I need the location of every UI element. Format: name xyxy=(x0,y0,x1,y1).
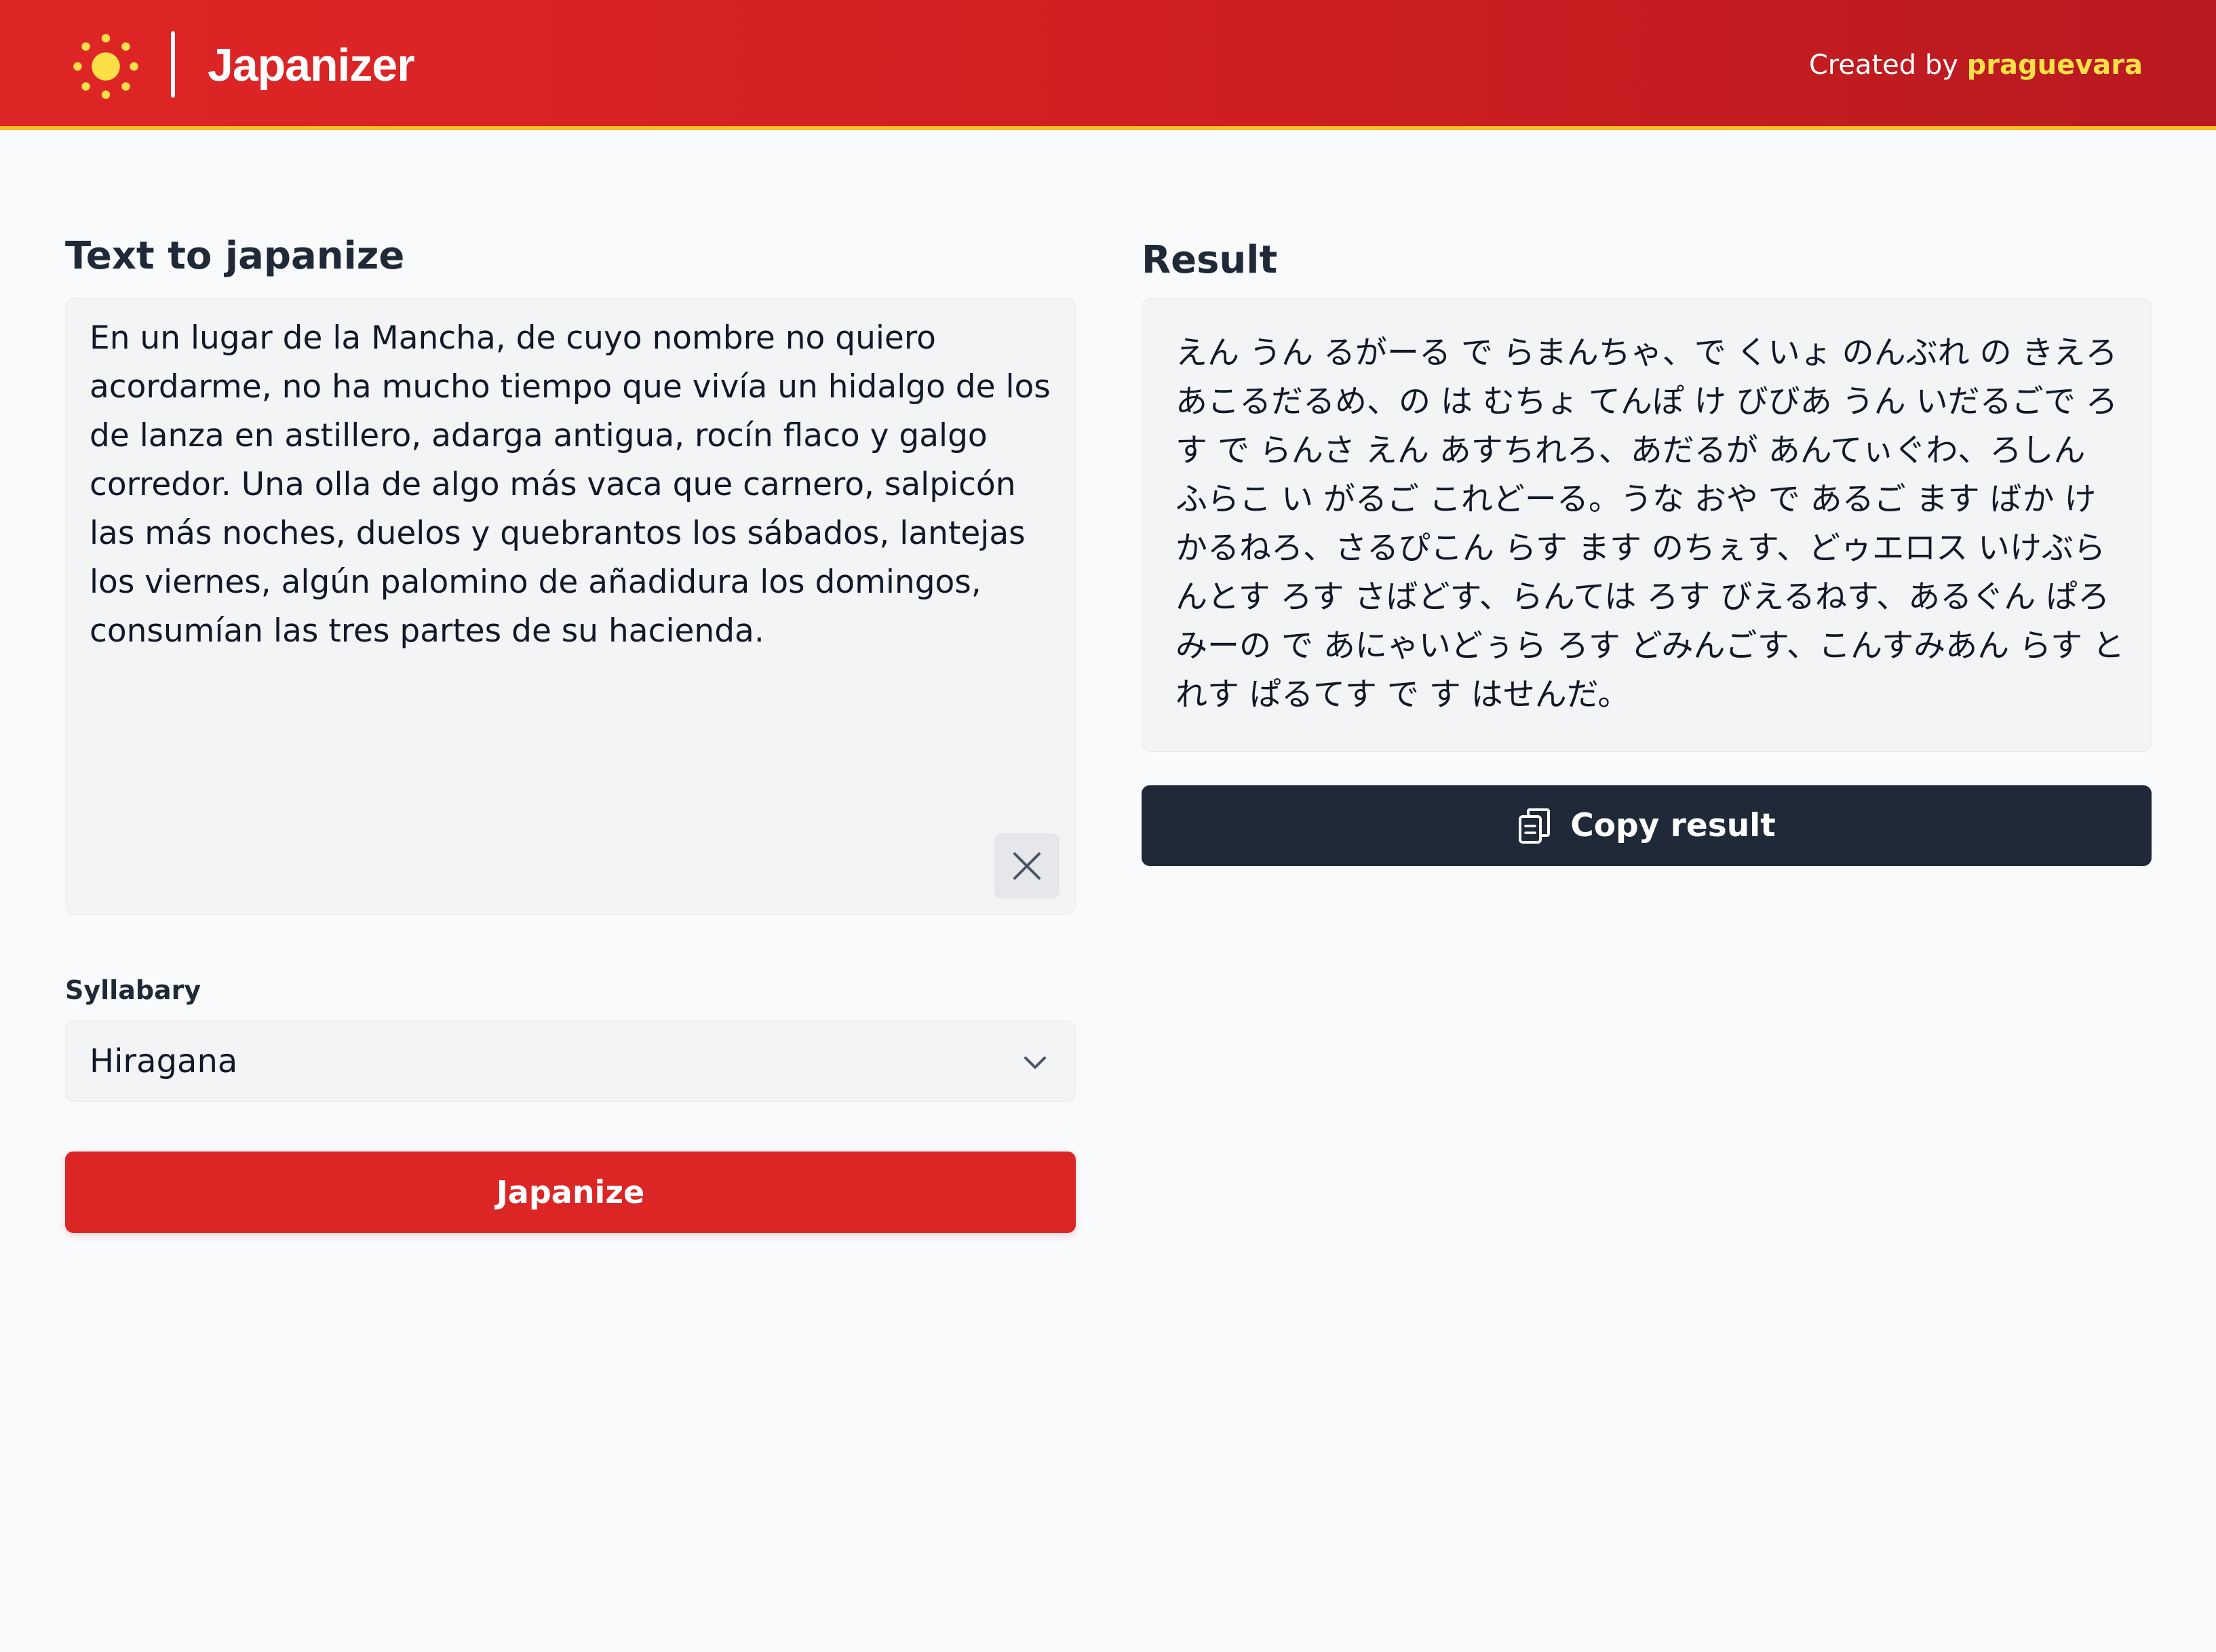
clipboard-copy-icon xyxy=(1519,808,1551,844)
syllabary-select[interactable]: Hiragana xyxy=(65,1021,1076,1102)
input-heading: Text to japanize xyxy=(65,234,405,278)
credit-prefix: Created by xyxy=(1808,50,1958,81)
text-input-area[interactable]: En un lugar de la Mancha, de cuyo nombre… xyxy=(65,298,1076,915)
copy-result-button[interactable]: Copy result xyxy=(1142,785,2152,866)
author-credit: Created by praguevara xyxy=(1809,45,2143,85)
result-text: えん うん るがーる で らまんちゃ、で くいょ のんぶれ の きえろ あこるだ… xyxy=(1175,334,2125,713)
clear-button[interactable] xyxy=(994,833,1060,899)
app-header: Japanizer Created by praguevara xyxy=(0,0,2216,130)
app-title[interactable]: Japanizer xyxy=(208,31,415,99)
sun-icon xyxy=(73,34,138,99)
result-heading: Result xyxy=(1142,238,1278,282)
chevron-down-icon xyxy=(1024,1057,1046,1069)
copy-result-label: Copy result xyxy=(1570,807,1776,844)
result-panel: えん うん るがーる で らまんちゃ、で くいょ のんぶれ の きえろ あこるだ… xyxy=(1142,298,2152,752)
close-icon xyxy=(1013,852,1041,880)
japanize-button[interactable]: Japanize xyxy=(65,1152,1076,1233)
syllabary-label: Syllabary xyxy=(65,975,201,1005)
author-link[interactable]: praguevara xyxy=(1967,50,2143,81)
japanize-button-label: Japanize xyxy=(496,1174,645,1211)
text-input-value[interactable]: En un lugar de la Mancha, de cuyo nombre… xyxy=(90,314,1053,656)
logo-divider xyxy=(171,31,175,98)
syllabary-selected-value: Hiragana xyxy=(90,1042,238,1080)
